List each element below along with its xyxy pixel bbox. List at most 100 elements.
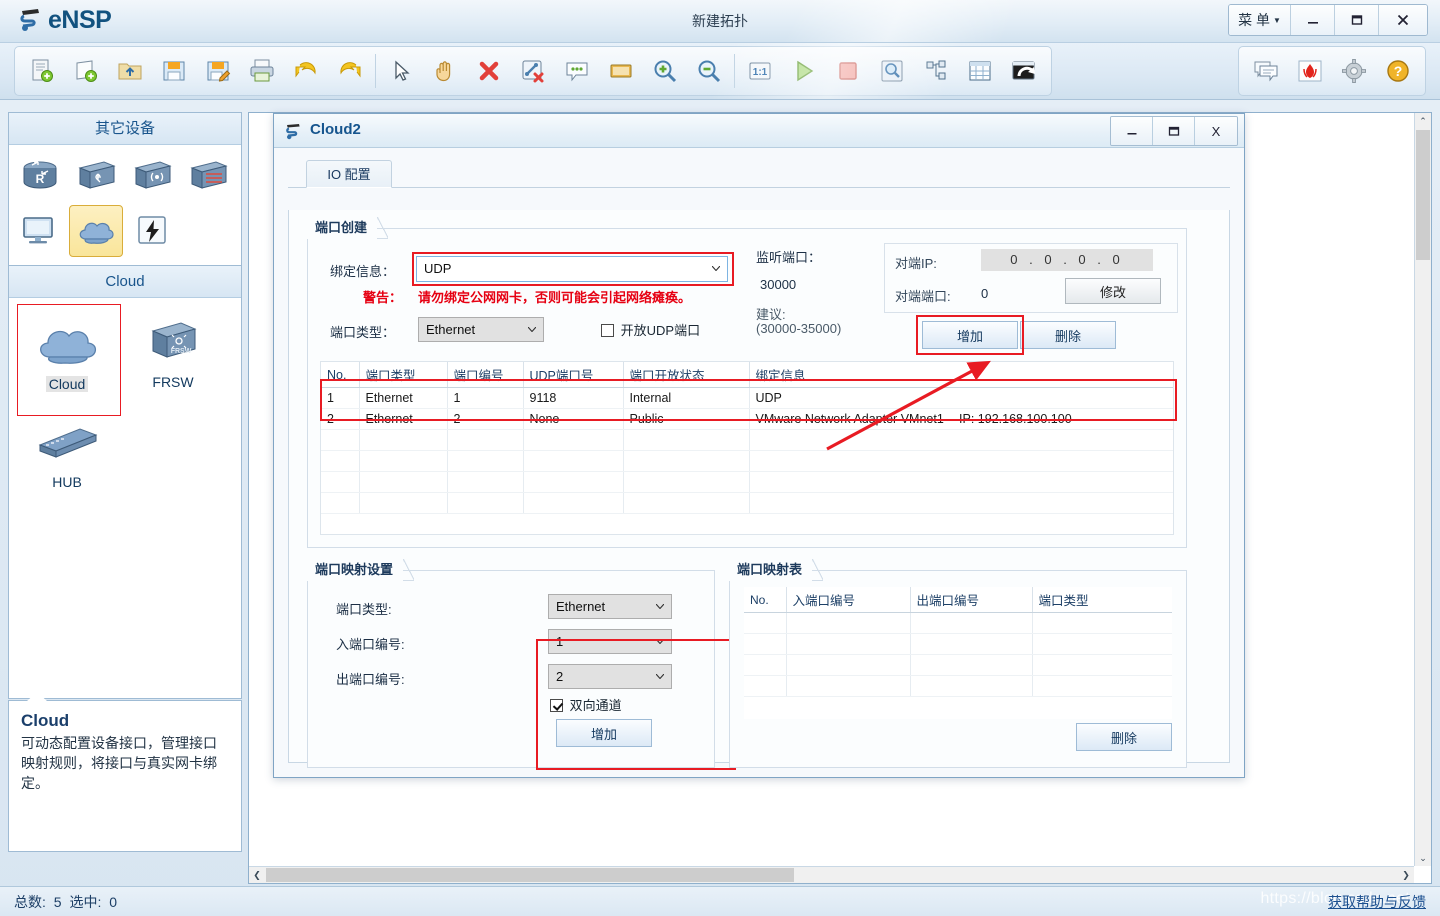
settings-gear-icon[interactable] [1332, 50, 1376, 92]
table-cell-empty [623, 450, 750, 472]
th-map-in: 入端口编号 [786, 587, 911, 613]
table-cell: Ethernet [359, 387, 448, 409]
canvas-vertical-scrollbar[interactable]: ⌃ ⌄ [1414, 113, 1431, 866]
help-icon[interactable]: ? [1376, 50, 1420, 92]
peer-ip-input[interactable]: 0 . 0 . 0 . 0 [981, 249, 1153, 271]
add-port-button[interactable]: 增加 [922, 321, 1018, 349]
scroll-up-icon[interactable]: ⌃ [1415, 113, 1431, 129]
out-port-select[interactable]: 2 [548, 664, 672, 689]
maximize-button[interactable] [1335, 5, 1379, 35]
pointer-icon[interactable] [379, 50, 423, 92]
delete-port-button[interactable]: 删除 [1020, 321, 1116, 349]
capture-icon[interactable] [870, 50, 914, 92]
redo-icon[interactable] [328, 50, 372, 92]
bidirectional-checkbox[interactable]: 双向通道 [550, 695, 622, 714]
save-as-icon[interactable] [196, 50, 240, 92]
menu-button[interactable]: 菜 单 ▼ [1229, 5, 1291, 35]
feedback-icon[interactable] [1244, 50, 1288, 92]
dialog-minimize-button[interactable] [1111, 117, 1153, 145]
table-row[interactable]: 1 Ethernet 1 9118 Internal UDP [321, 387, 1173, 409]
zoom-in-icon[interactable] [643, 50, 687, 92]
peer-port-value: 0 [981, 286, 989, 301]
modify-button[interactable]: 修改 [1065, 278, 1161, 304]
warning-text: 请勿绑定公网网卡，否则可能会引起网络瘫痪。 [418, 290, 692, 305]
huawei-icon[interactable] [1288, 50, 1332, 92]
zoom-reset-icon[interactable]: 1:1 [738, 50, 782, 92]
tooltip-body: 可动态配置设备接口，管理接口映射规则，将接口与真实网卡绑定。 [21, 735, 217, 791]
tab-io-config[interactable]: IO 配置 [306, 160, 392, 188]
model-item-cloud[interactable]: Cloud [21, 312, 113, 392]
binding-info-select[interactable]: UDP [416, 256, 728, 282]
delete-link-icon[interactable] [511, 50, 555, 92]
help-feedback-link[interactable]: 获取帮助与反馈 [1328, 892, 1426, 912]
status-selected-label: 选中: [69, 894, 102, 910]
shape-icon[interactable] [599, 50, 643, 92]
delete-port-button-label: 删除 [1054, 328, 1081, 344]
scroll-down-icon[interactable]: ⌄ [1415, 850, 1431, 866]
window-controls: 菜 单 ▼ [1228, 4, 1428, 36]
delete-icon[interactable] [467, 50, 511, 92]
print-icon[interactable] [240, 50, 284, 92]
table-cell-empty [1032, 675, 1172, 697]
port-table-container[interactable]: No. 端口类型 端口编号 UDP端口号 端口开放状态 绑定信息 1 Ethern… [320, 361, 1174, 535]
port-mapping-settings-legend: 端口映射设置 [307, 559, 415, 581]
table-cell-empty [910, 654, 1033, 676]
delete-mapping-button[interactable]: 删除 [1076, 723, 1172, 751]
device-type-router[interactable]: R [13, 151, 67, 203]
open-folder-icon[interactable] [108, 50, 152, 92]
topology-canvas[interactable]: ⌃ ⌄ ❮ ❯ Cloud2 X IO 配置 端口创建 绑定信息： UDP 警告… [248, 112, 1432, 884]
add-mapping-button[interactable]: 增加 [556, 719, 652, 747]
device-type-wlan[interactable] [125, 151, 179, 203]
mapping-table-container[interactable]: No. 入端口编号 出端口编号 端口类型 [744, 587, 1172, 719]
topology-tree-icon[interactable] [914, 50, 958, 92]
binding-info-label: 绑定信息： [330, 264, 396, 279]
comment-icon[interactable] [555, 50, 599, 92]
horizontal-scroll-thumb[interactable] [266, 868, 794, 882]
vertical-scroll-thumb[interactable] [1416, 130, 1430, 260]
stop-icon[interactable] [826, 50, 870, 92]
device-type-firewall[interactable] [181, 151, 235, 203]
dialog-close-button[interactable]: X [1195, 117, 1237, 145]
dialog-title-bar[interactable]: Cloud2 X [274, 114, 1244, 148]
restore-icon[interactable] [1002, 50, 1046, 92]
table-row-empty[interactable] [321, 471, 1173, 493]
open-udp-port-checkbox[interactable]: 开放UDP端口 [601, 320, 700, 339]
device-type-cloud[interactable] [69, 205, 123, 257]
save-icon[interactable] [152, 50, 196, 92]
model-item-frsw[interactable]: FRSW FRSW [127, 312, 219, 390]
new-device-icon[interactable] [64, 50, 108, 92]
mapping-port-type-select[interactable]: Ethernet [548, 594, 672, 619]
device-type-custom[interactable] [125, 205, 179, 257]
in-port-select[interactable]: 1 [548, 629, 672, 654]
table-row-empty[interactable] [321, 450, 1173, 472]
table-row-empty[interactable] [321, 492, 1173, 514]
canvas-horizontal-scrollbar[interactable]: ❮ ❯ [249, 866, 1414, 883]
close-button[interactable] [1379, 5, 1427, 35]
zoom-out-icon[interactable] [687, 50, 731, 92]
minimize-button[interactable] [1291, 5, 1335, 35]
new-topology-icon[interactable] [20, 50, 64, 92]
table-row-empty[interactable] [744, 633, 1172, 655]
scroll-right-icon[interactable]: ❯ [1398, 867, 1414, 883]
grid-icon[interactable] [958, 50, 1002, 92]
undo-icon[interactable] [284, 50, 328, 92]
dialog-maximize-button[interactable] [1153, 117, 1195, 145]
table-cell-empty [321, 450, 360, 472]
model-label-frsw: FRSW [152, 374, 194, 390]
port-type-select[interactable]: Ethernet [418, 317, 544, 342]
table-row-empty[interactable] [321, 429, 1173, 451]
table-row[interactable]: 2 Ethernet 2 None Public VMware Network Adapt… [321, 408, 1173, 430]
scroll-left-icon[interactable]: ❮ [249, 867, 265, 883]
table-cell-empty [786, 633, 911, 655]
table-row-empty[interactable] [744, 675, 1172, 697]
table-row-empty[interactable] [744, 612, 1172, 634]
hand-icon[interactable] [423, 50, 467, 92]
model-item-hub[interactable]: HUB [21, 412, 113, 490]
window-title: 新建拓扑 [692, 13, 748, 29]
device-type-switch[interactable] [69, 151, 123, 203]
table-cell-empty [744, 612, 787, 634]
device-type-pc[interactable] [13, 205, 67, 257]
table-row-empty[interactable] [744, 654, 1172, 676]
model-label-wrap-3: HUB [21, 474, 113, 490]
start-icon[interactable] [782, 50, 826, 92]
